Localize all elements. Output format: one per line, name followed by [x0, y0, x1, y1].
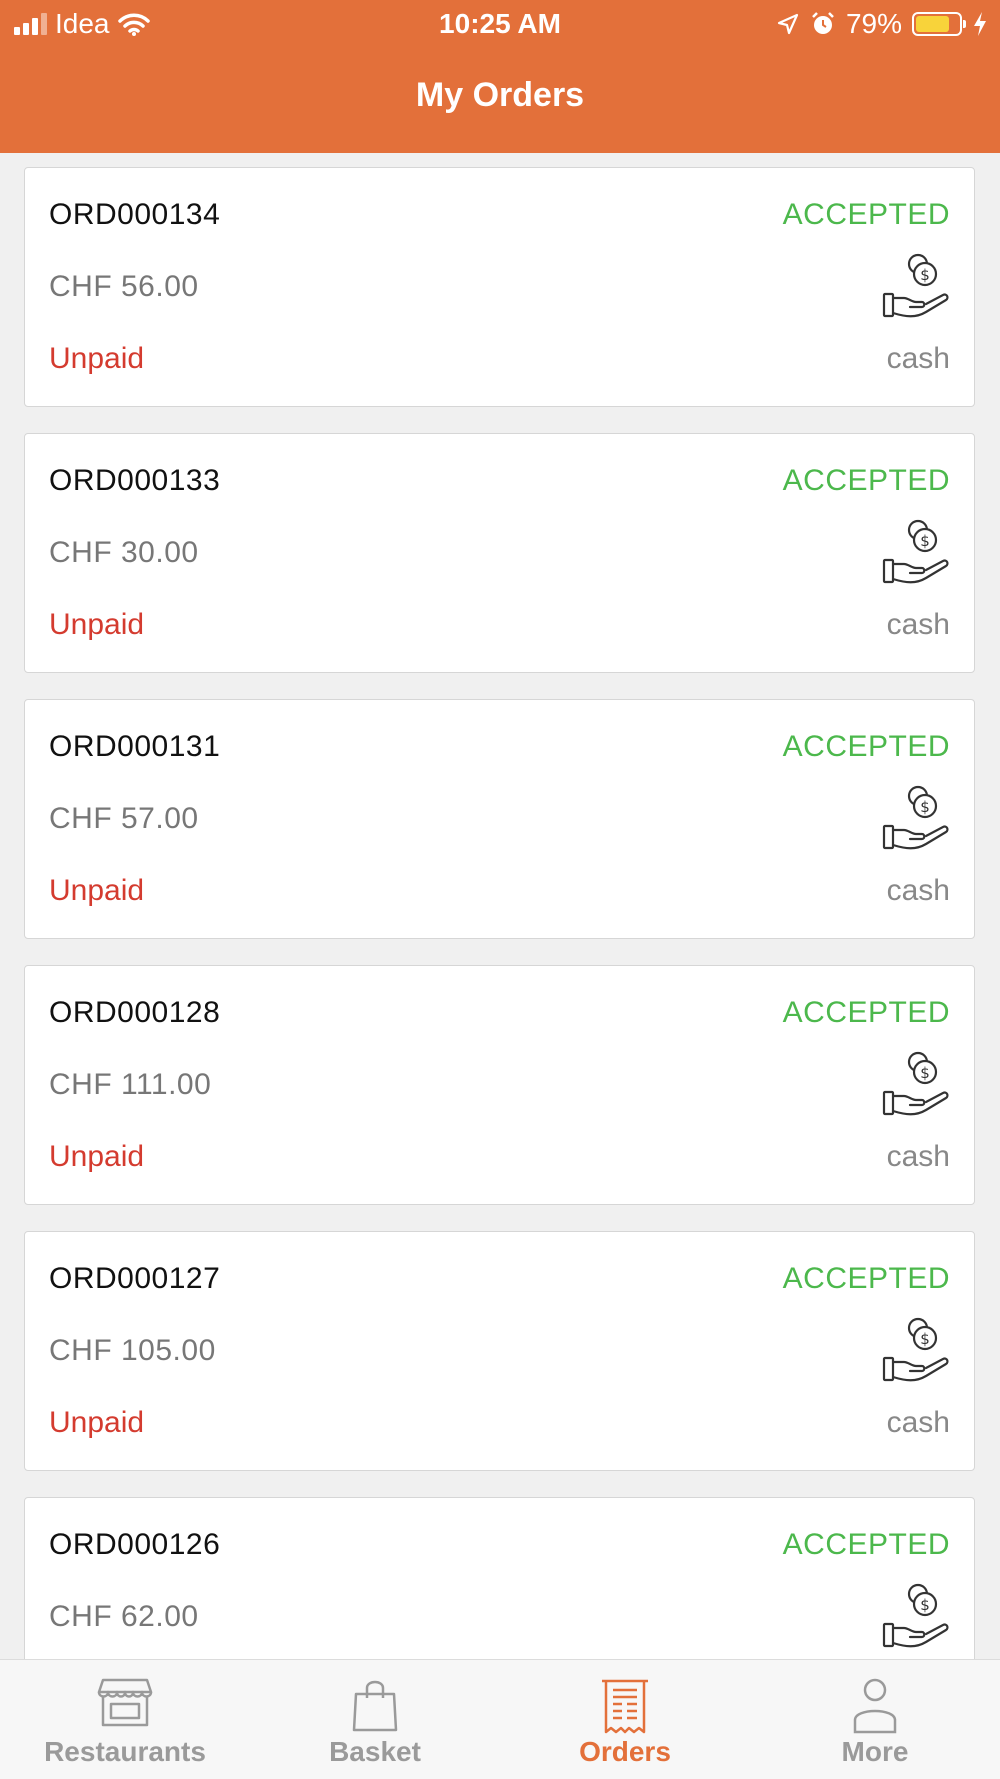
status-bar: Idea 10:25 AM 79% [0, 0, 1000, 50]
order-amount: CHF 56.00 [49, 270, 199, 303]
order-id: ORD000128 [49, 996, 221, 1029]
order-status: ACCEPTED [782, 198, 950, 231]
payment-status: Unpaid [49, 1406, 145, 1439]
tab-more[interactable]: More [750, 1660, 1000, 1779]
storefront-icon [97, 1678, 153, 1727]
alarm-icon [812, 12, 834, 34]
payment-status: Unpaid [49, 608, 145, 641]
battery-percent: 79% [845, 8, 902, 39]
order-card[interactable]: ORD000126 ACCEPTED CHF 62.00 $ [24, 1497, 975, 1659]
order-card[interactable]: ORD000134 ACCEPTED CHF 56.00 $ Unpaid ca… [24, 167, 975, 407]
order-status: ACCEPTED [782, 464, 950, 497]
tab-basket[interactable]: Basket [250, 1660, 500, 1779]
order-id: ORD000133 [49, 464, 221, 497]
order-id: ORD000126 [49, 1528, 221, 1561]
svg-text:$: $ [920, 1064, 930, 1082]
order-status: ACCEPTED [782, 1528, 950, 1561]
page-title: My Orders [415, 76, 585, 114]
battery-icon [912, 12, 966, 36]
payment-method: cash [886, 1140, 950, 1173]
tab-bar: Restaurants Basket Orders More [0, 1659, 1000, 1779]
order-amount: CHF 111.00 [49, 1068, 212, 1101]
cash-payment-icon: $ [882, 253, 949, 318]
order-status: ACCEPTED [782, 996, 950, 1029]
app-header: Idea 10:25 AM 79% My Orders [0, 0, 1000, 153]
order-status: ACCEPTED [782, 730, 950, 763]
shopping-bag-icon [352, 1680, 398, 1732]
cash-payment-icon: $ [882, 519, 949, 584]
order-id: ORD000131 [49, 730, 221, 763]
order-card[interactable]: ORD000127 ACCEPTED CHF 105.00 $ Unpaid c… [24, 1231, 975, 1471]
location-arrow-icon [777, 13, 799, 35]
order-id: ORD000134 [49, 198, 221, 231]
cash-payment-icon: $ [882, 1317, 949, 1382]
order-amount: CHF 62.00 [49, 1600, 199, 1633]
svg-text:$: $ [920, 1596, 930, 1614]
svg-text:$: $ [920, 798, 930, 816]
tab-label: Restaurants [44, 1736, 206, 1767]
orders-list: ORD000134 ACCEPTED CHF 56.00 $ Unpaid ca… [0, 153, 1000, 1659]
tab-label: Basket [329, 1736, 421, 1767]
charging-bolt-icon [974, 12, 986, 36]
tab-label: Orders [579, 1736, 671, 1767]
svg-text:$: $ [920, 1330, 930, 1348]
cash-payment-icon: $ [882, 785, 949, 850]
svg-text:$: $ [920, 266, 930, 284]
payment-method: cash [886, 1406, 950, 1439]
receipt-icon [602, 1679, 648, 1734]
status-right: 79% [776, 8, 988, 40]
cash-payment-icon: $ [882, 1583, 949, 1648]
tab-orders[interactable]: Orders [500, 1660, 750, 1779]
person-icon [853, 1678, 897, 1734]
order-id: ORD000127 [49, 1262, 221, 1295]
payment-method: cash [886, 874, 950, 907]
order-amount: CHF 105.00 [49, 1334, 216, 1367]
order-status: ACCEPTED [782, 1262, 950, 1295]
order-card[interactable]: ORD000133 ACCEPTED CHF 30.00 $ Unpaid ca… [24, 433, 975, 673]
order-amount: CHF 30.00 [49, 536, 199, 569]
tab-restaurants[interactable]: Restaurants [0, 1660, 250, 1779]
order-card[interactable]: ORD000128 ACCEPTED CHF 111.00 $ Unpaid c… [24, 965, 975, 1205]
payment-method: cash [886, 342, 950, 375]
svg-text:$: $ [920, 532, 930, 550]
order-amount: CHF 57.00 [49, 802, 199, 835]
order-card[interactable]: ORD000131 ACCEPTED CHF 57.00 $ Unpaid ca… [24, 699, 975, 939]
payment-method: cash [886, 608, 950, 641]
payment-status: Unpaid [49, 874, 145, 907]
cash-payment-icon: $ [882, 1051, 949, 1116]
payment-status: Unpaid [49, 342, 145, 375]
payment-status: Unpaid [49, 1140, 145, 1173]
tab-label: More [841, 1736, 909, 1767]
